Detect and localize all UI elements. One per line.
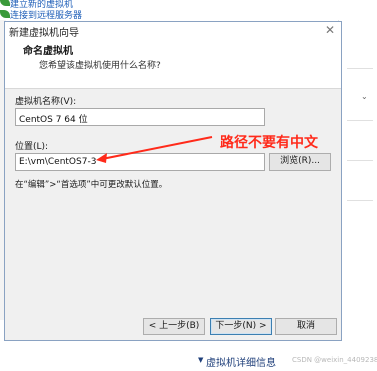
annotation-text: 路径不要有中文 bbox=[220, 135, 318, 151]
arrow-head bbox=[96, 153, 107, 163]
annotation-arrow bbox=[96, 136, 213, 163]
arrow-shaft bbox=[101, 136, 213, 160]
